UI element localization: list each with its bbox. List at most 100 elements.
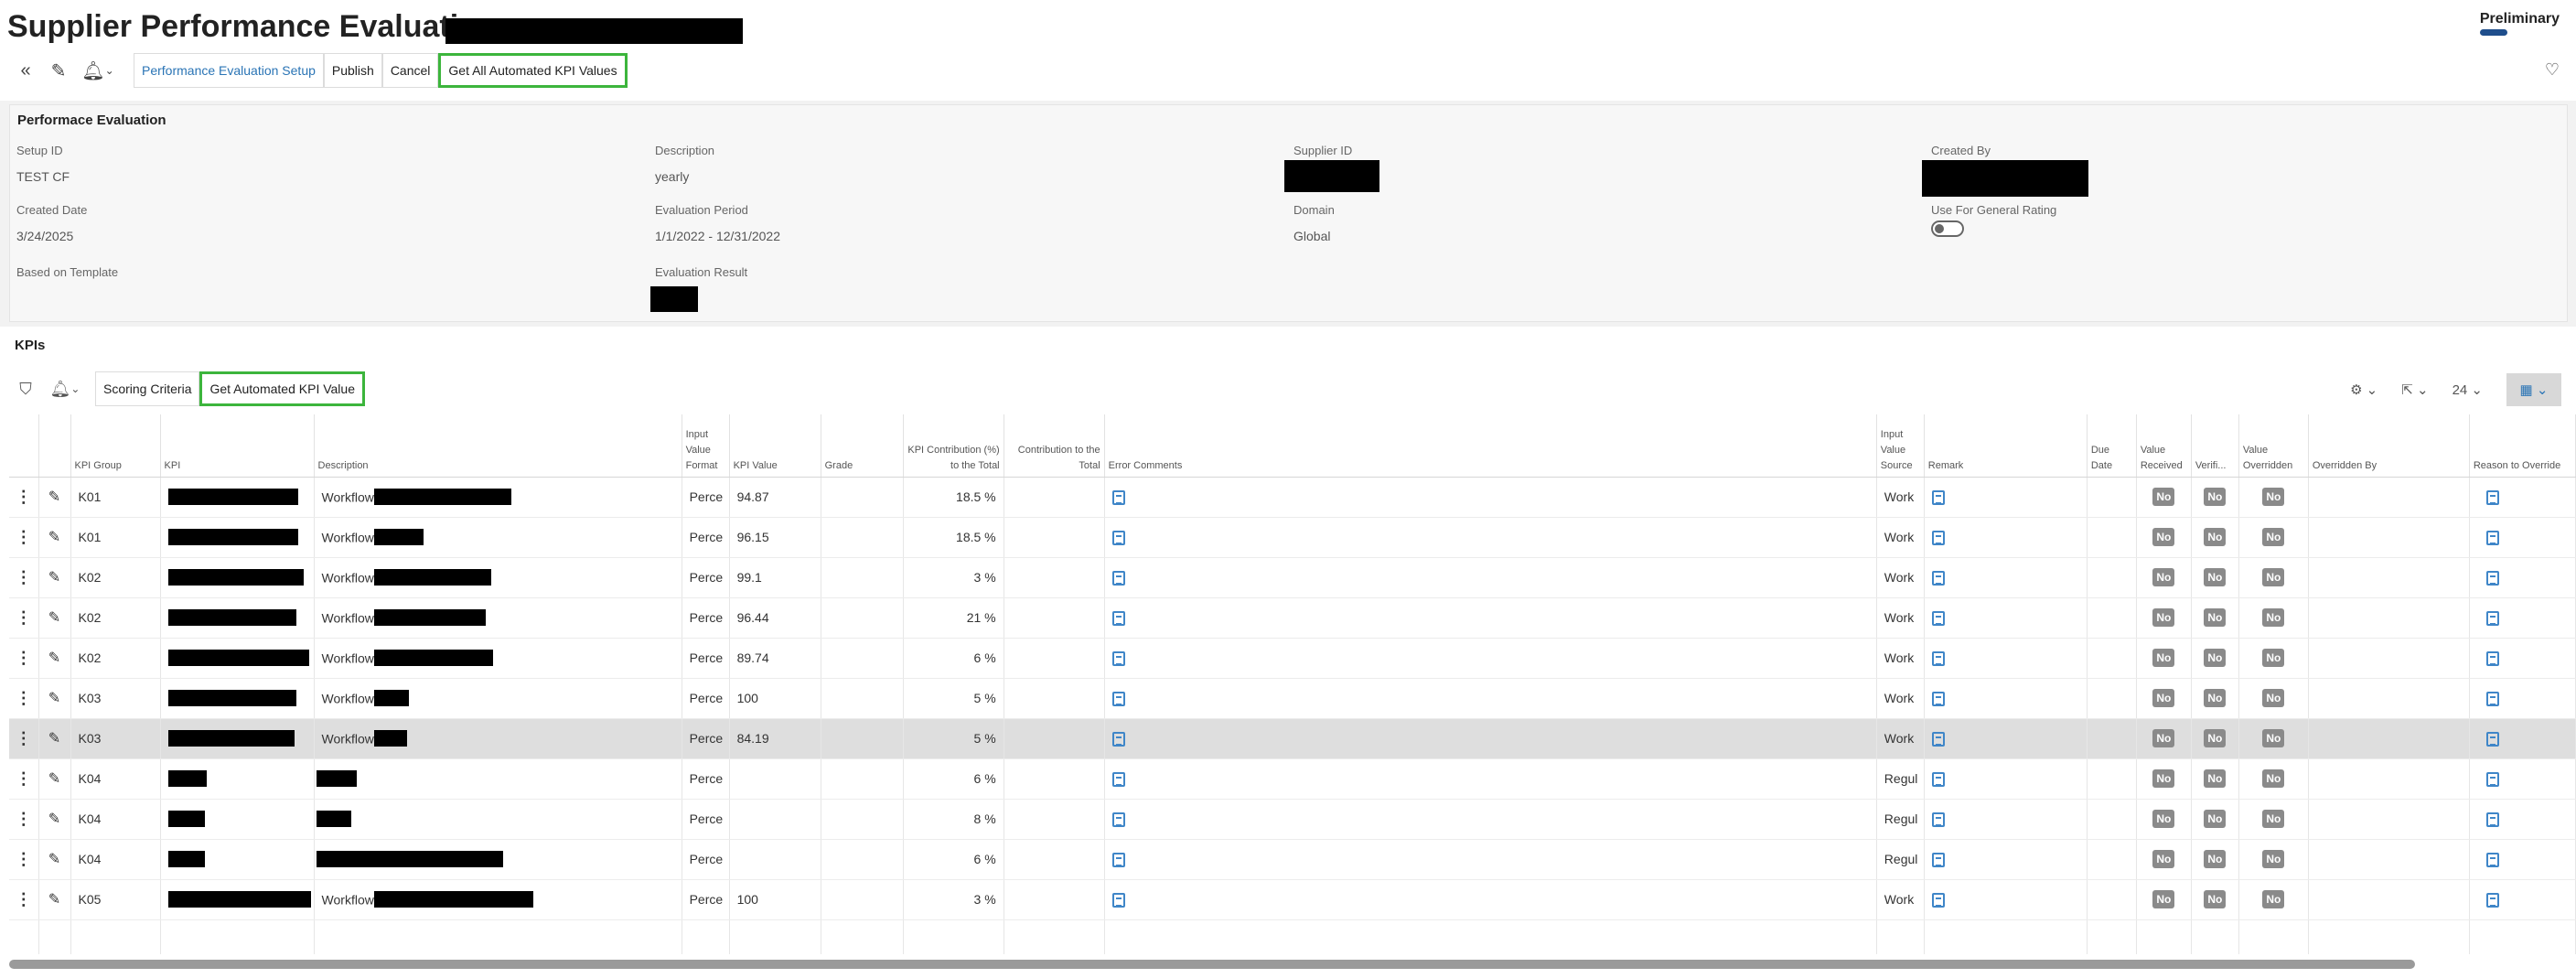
kpi-value-cell[interactable] [729, 839, 821, 880]
attachment-icon[interactable]: ✎ [38, 477, 71, 518]
table-row[interactable]: ⋮ ✎ K03 Workflow Perce 84.19 5 % Work No No No [9, 718, 2576, 759]
heart-icon[interactable]: ♡ [2545, 60, 2560, 80]
table-row[interactable]: ⋮ ✎ K02 Workflow Perce 89.74 6 % Work No No No [9, 638, 2576, 679]
get-automated-kpi-value-button[interactable]: Get Automated KPI Value [199, 371, 365, 406]
header-kpi-group[interactable]: KPI Group [70, 414, 161, 478]
kpi-value-cell[interactable]: 99.1 [729, 557, 821, 598]
note-icon[interactable] [1111, 892, 1125, 908]
note-icon[interactable] [1111, 650, 1125, 666]
attachment-icon[interactable]: ✎ [38, 718, 71, 759]
gear-icon[interactable]: ⚙ ⌄ [2350, 382, 2377, 398]
header-description[interactable]: Description [314, 414, 682, 478]
note-icon[interactable] [1111, 852, 1125, 867]
attachment-icon[interactable]: ✎ [38, 758, 71, 800]
kpi-value-cell[interactable]: 89.74 [729, 638, 821, 679]
header-error-comments[interactable]: Error Comments [1104, 414, 1877, 478]
note-icon[interactable] [2485, 691, 2499, 706]
header-contribution-pct[interactable]: KPI Contribution (%) to the Total [903, 414, 1004, 478]
note-icon[interactable] [1111, 731, 1125, 747]
pencil-icon[interactable]: ✎ [42, 53, 75, 88]
header-value-received[interactable]: Value Received [2136, 414, 2192, 478]
attachment-icon[interactable]: ✎ [38, 517, 71, 558]
kpi-value-cell[interactable] [729, 758, 821, 800]
attachment-icon[interactable]: ✎ [38, 597, 71, 639]
note-icon[interactable] [1931, 691, 1945, 706]
header-value-overridden[interactable]: Value Overridden [2238, 414, 2309, 478]
note-icon[interactable] [1931, 650, 1945, 666]
use-general-rating-toggle[interactable] [1931, 220, 1964, 237]
note-icon[interactable] [1931, 489, 1945, 505]
kpi-value-cell[interactable]: 100 [729, 879, 821, 920]
table-row[interactable]: ⋮ ✎ K04 Perce 6 % Regul No No No [9, 758, 2576, 800]
table-row[interactable]: ⋮ ✎ K05 Workflow Perce 100 3 % Work No No No [9, 879, 2576, 920]
row-menu-icon[interactable]: ⋮ [9, 477, 39, 518]
note-icon[interactable] [1931, 530, 1945, 545]
table-row[interactable]: ⋮ ✎ K04 Perce 6 % Regul No No No [9, 839, 2576, 880]
note-icon[interactable] [2485, 610, 2499, 626]
note-icon[interactable] [1931, 610, 1945, 626]
note-icon[interactable] [1111, 771, 1125, 787]
publish-button[interactable]: Publish [323, 53, 382, 88]
header-due-date[interactable]: Due Date [2087, 414, 2137, 478]
table-row[interactable]: ⋮ ✎ K02 Workflow Perce 96.44 21 % Work No No No [9, 597, 2576, 639]
scoring-criteria-button[interactable]: Scoring Criteria [95, 371, 200, 406]
note-icon[interactable] [2485, 530, 2499, 545]
horizontal-scrollbar[interactable] [9, 960, 2415, 969]
attachment-icon[interactable]: ✎ [38, 839, 71, 880]
kpi-value-cell[interactable] [729, 799, 821, 840]
note-icon[interactable] [1111, 691, 1125, 706]
kpi-value-cell[interactable]: 94.87 [729, 477, 821, 518]
note-icon[interactable] [1931, 892, 1945, 908]
double-chevron-left-icon[interactable]: « [9, 53, 42, 88]
note-icon[interactable] [1111, 610, 1125, 626]
table-view-icon[interactable]: ▦ ⌄ [2506, 373, 2561, 406]
row-menu-icon[interactable]: ⋮ [9, 638, 39, 679]
note-icon[interactable] [1931, 811, 1945, 827]
kpi-value-cell[interactable]: 100 [729, 678, 821, 719]
export-icon[interactable]: ⇱ ⌄ [2401, 382, 2428, 398]
note-icon[interactable] [2485, 731, 2499, 747]
page-size-select[interactable]: 24 ⌄ [2453, 382, 2483, 398]
note-icon[interactable] [2485, 852, 2499, 867]
table-row[interactable]: ⋮ ✎ K01 Workflow Perce 94.87 18.5 % Work No No No [9, 477, 2576, 518]
row-menu-icon[interactable]: ⋮ [9, 758, 39, 800]
note-icon[interactable] [1111, 530, 1125, 545]
row-menu-icon[interactable]: ⋮ [9, 597, 39, 639]
attachment-icon[interactable]: ✎ [38, 879, 71, 920]
row-menu-icon[interactable]: ⋮ [9, 799, 39, 840]
attachment-icon[interactable]: ✎ [38, 638, 71, 679]
table-row[interactable]: ⋮ ✎ K01 Workflow Perce 96.15 18.5 % Work No No No [9, 517, 2576, 558]
note-icon[interactable] [1111, 570, 1125, 586]
note-icon[interactable] [2485, 892, 2499, 908]
attachment-icon[interactable]: ✎ [38, 799, 71, 840]
note-icon[interactable] [2485, 771, 2499, 787]
header-kpi-value[interactable]: KPI Value [729, 414, 821, 478]
header-grade[interactable]: Grade [821, 414, 904, 478]
header-remark[interactable]: Remark [1924, 414, 2088, 478]
row-menu-icon[interactable]: ⋮ [9, 557, 39, 598]
header-overridden-by[interactable]: Overridden By [2308, 414, 2470, 478]
note-icon[interactable] [2485, 650, 2499, 666]
kpi-value-cell[interactable]: 96.15 [729, 517, 821, 558]
table-row[interactable]: ⋮ ✎ K02 Workflow Perce 99.1 3 % Work No No No [9, 557, 2576, 598]
cancel-button[interactable]: Cancel [381, 53, 439, 88]
header-input-source[interactable]: Input Value Source [1876, 414, 1925, 478]
note-icon[interactable] [2485, 811, 2499, 827]
header-input-format[interactable]: Input Value Format [682, 414, 730, 478]
bell-icon[interactable]: 🔔︎ ⌄ [42, 369, 88, 409]
header-verified[interactable]: Verifi... [2191, 414, 2239, 478]
row-menu-icon[interactable]: ⋮ [9, 839, 39, 880]
header-contribution-total[interactable]: Contribution to the Total [1004, 414, 1105, 478]
note-icon[interactable] [2485, 570, 2499, 586]
note-icon[interactable] [1931, 570, 1945, 586]
funnel-icon[interactable]: ⛉ [9, 369, 42, 409]
note-icon[interactable] [1111, 489, 1125, 505]
note-icon[interactable] [1931, 771, 1945, 787]
performance-evaluation-setup-button[interactable]: Performance Evaluation Setup [134, 53, 324, 88]
row-menu-icon[interactable]: ⋮ [9, 718, 39, 759]
attachment-icon[interactable]: ✎ [38, 557, 71, 598]
note-icon[interactable] [1931, 852, 1945, 867]
table-row[interactable]: ⋮ ✎ K04 Perce 8 % Regul No No No [9, 799, 2576, 840]
kpi-value-cell[interactable]: 84.19 [729, 718, 821, 759]
row-menu-icon[interactable]: ⋮ [9, 879, 39, 920]
